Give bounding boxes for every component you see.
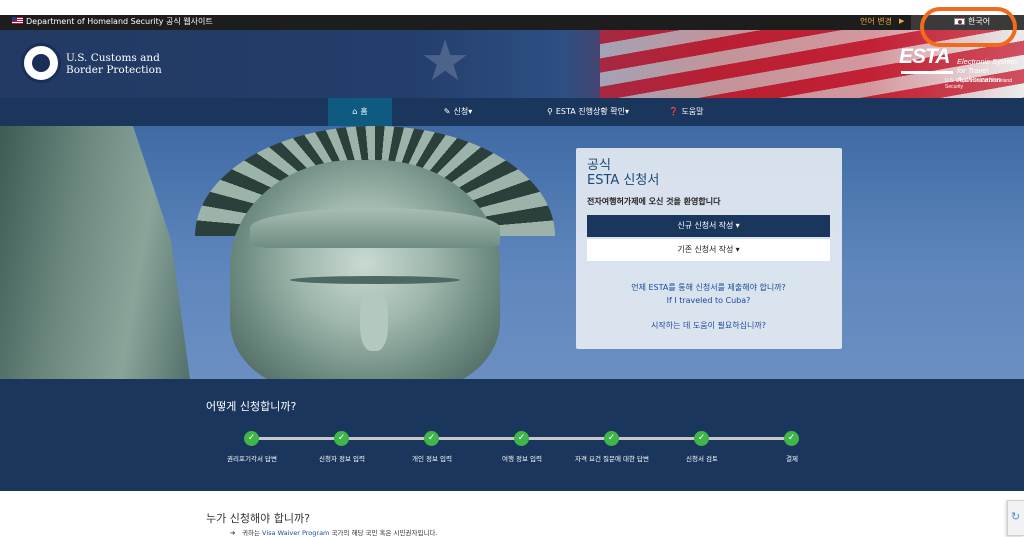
nav-apply-label: 신청 xyxy=(453,107,469,116)
esta-logo[interactable]: ESTA xyxy=(899,44,957,76)
nav-apply[interactable]: ✎ 신청▾ xyxy=(425,98,491,126)
recaptcha-icon: ↻ xyxy=(1011,510,1021,523)
nav-help-label: 도움말 xyxy=(681,107,704,116)
main-nav xyxy=(0,98,1024,126)
esta-department: U.S. Department of Homeland Security xyxy=(945,78,1012,90)
statue-nose xyxy=(360,291,388,351)
pencil-icon: ✎ xyxy=(443,107,451,116)
who-bullet-suffix: 국가의 해당 국민 혹은 시민권자입니다. xyxy=(331,529,438,537)
caret-down-icon: ▾ xyxy=(735,245,740,254)
new-application-label: 신규 신청서 작성 xyxy=(677,221,734,230)
nav-help[interactable]: ❓ 도움말 xyxy=(656,98,716,126)
agency-name[interactable]: U.S. Customs and Border Protection xyxy=(66,52,186,76)
cuba-travel-link[interactable]: If I traveled to Cuba? xyxy=(587,296,830,306)
us-flag-icon xyxy=(12,17,23,24)
caret-down-icon: ▾ xyxy=(624,107,629,116)
existing-application-button[interactable]: 기존 신청서 작성 ▾ xyxy=(587,239,830,261)
step-check-icon: ✓ xyxy=(244,431,259,446)
step-label: 여행 정보 입력 xyxy=(501,455,542,463)
caret-down-icon: ▾ xyxy=(468,107,473,116)
statue-crown-band xyxy=(250,208,500,248)
step-check-icon: ✓ xyxy=(514,431,529,446)
esta-logo-text: ESTA xyxy=(899,45,950,68)
browser-top-margin xyxy=(0,0,1024,15)
step-label: 신청자 정보 입력 xyxy=(319,455,365,463)
step-label: 신청서 검토 xyxy=(686,455,718,463)
statue-brow xyxy=(290,276,460,284)
question-icon: ❓ xyxy=(668,107,679,116)
existing-application-label: 기존 신청서 작성 xyxy=(677,245,734,254)
when-to-apply-link[interactable]: 언제 ESTA를 통해 신청서를 제출해야 합니까? xyxy=(587,283,830,293)
nav-status[interactable]: ⚲ ESTA 진행상황 확인▾ xyxy=(528,98,648,126)
cbp-seal-icon[interactable] xyxy=(21,43,61,83)
step-label: 자격 요건 질문에 대한 답변 xyxy=(574,455,650,463)
page: Department of Homeland Security 공식 웹사이트 … xyxy=(0,0,1024,537)
arrow-right-icon: ➔ xyxy=(230,529,236,537)
gov-banner-text: Department of Homeland Security 공식 웹사이트 xyxy=(26,17,213,26)
visa-waiver-program-link[interactable]: Visa Waiver Program xyxy=(262,529,329,537)
search-icon: ⚲ xyxy=(547,107,553,116)
hero-image xyxy=(0,126,1024,379)
step-check-icon: ✓ xyxy=(604,431,619,446)
esta-logo-underline xyxy=(901,71,953,74)
step-label: 권리포기각서 답변 xyxy=(227,455,277,463)
step-label: 결제 xyxy=(786,455,798,463)
agency-name-line1: U.S. Customs and xyxy=(66,52,160,64)
new-application-button[interactable]: 신규 신청서 작성 ▾ xyxy=(587,215,830,237)
card-welcome-text: 전자여행허가제에 오신 것을 환영합니다 xyxy=(587,197,721,206)
star-icon: ★ xyxy=(420,30,471,94)
who-bullet-text: 귀하는 Visa Waiver Program 국가의 해당 국민 혹은 시민권… xyxy=(242,529,437,537)
step-check-icon: ✓ xyxy=(784,431,799,446)
nav-status-label: ESTA 진행상황 확인 xyxy=(555,107,625,116)
home-icon: ⌂ xyxy=(352,107,358,116)
step-check-icon: ✓ xyxy=(694,431,709,446)
caret-down-icon: ▾ xyxy=(735,221,740,230)
agency-name-line2: Border Protection xyxy=(66,64,162,76)
statue-arm xyxy=(0,126,190,379)
step-check-icon: ✓ xyxy=(334,431,349,446)
recaptcha-badge[interactable]: ↻ xyxy=(1007,500,1024,536)
help-start-link[interactable]: 시작하는 데 도움이 필요하십니까? xyxy=(587,321,830,331)
step-check-icon: ✓ xyxy=(424,431,439,446)
who-bullet-prefix: 귀하는 xyxy=(242,529,260,537)
caret-right-icon: ▶ xyxy=(899,17,905,25)
language-change-link[interactable]: 언어 변경 xyxy=(860,16,892,27)
nav-home-label: 홈 xyxy=(360,107,368,116)
who-should-apply-title: 누가 신청해야 합니까? xyxy=(206,512,310,525)
steps-title: 어떻게 신청합니까? xyxy=(206,400,297,413)
card-title-esta: ESTA 신청서 xyxy=(587,173,660,188)
annotation-highlight-circle xyxy=(920,7,1017,47)
how-to-apply-section xyxy=(0,379,1024,491)
nav-home[interactable]: ⌂ 홈 xyxy=(328,98,392,126)
card-title-official: 공식 xyxy=(587,158,611,173)
step-label: 개인 정보 입력 xyxy=(411,455,452,463)
